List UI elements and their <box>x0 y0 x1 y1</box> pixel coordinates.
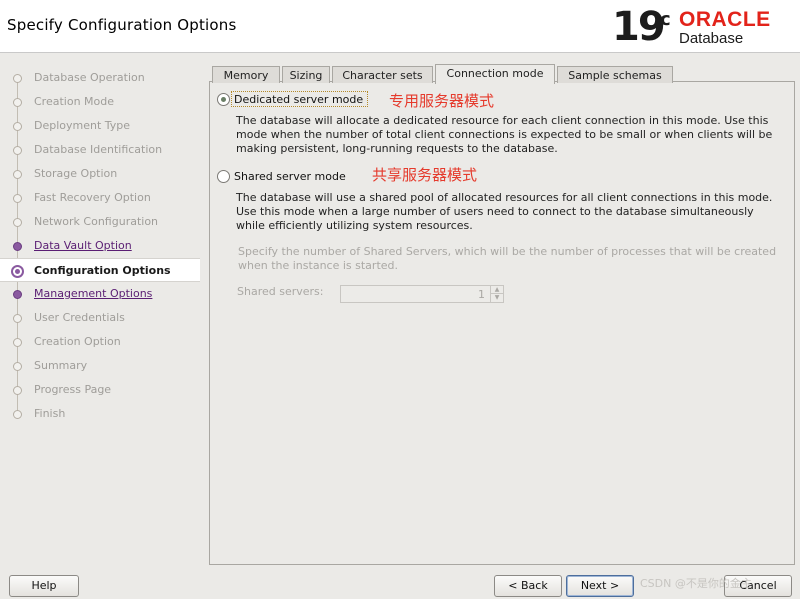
step-label[interactable]: Data Vault Option <box>34 239 132 252</box>
step-dot-icon <box>13 98 22 107</box>
tab-character-sets[interactable]: Character sets <box>332 66 433 83</box>
step-fast-recovery-option: Fast Recovery Option <box>0 186 200 210</box>
step-dot-icon <box>13 386 22 395</box>
step-label: Database Identification <box>34 143 163 156</box>
step-management-options[interactable]: Management Options <box>0 282 200 306</box>
step-database-identification: Database Identification <box>0 138 200 162</box>
watermark: CSDN @不是你的金主 <box>640 577 752 590</box>
shared-servers-value: 1 <box>478 288 485 301</box>
dedicated-annotation: 专用服务器模式 <box>389 92 495 110</box>
logo-brand: ORACLE <box>679 8 771 31</box>
logo-version: 19 <box>612 4 666 50</box>
tab-memory[interactable]: Memory <box>212 66 280 83</box>
step-label: Fast Recovery Option <box>34 191 151 204</box>
spinner-buttons: ▲ ▼ <box>490 286 503 302</box>
step-dot-icon <box>13 362 22 371</box>
spinner-up-icon[interactable]: ▲ <box>491 286 503 294</box>
back-button[interactable]: < Back <box>494 575 562 597</box>
step-creation-mode: Creation Mode <box>0 90 200 114</box>
step-creation-option: Creation Option <box>0 330 200 354</box>
step-sidebar: Database Operation Creation Mode Deploym… <box>0 54 200 568</box>
step-dot-icon <box>13 242 22 251</box>
step-data-vault-option[interactable]: Data Vault Option <box>0 234 200 258</box>
next-button[interactable]: Next > <box>566 575 634 597</box>
shared-servers-label: Shared servers: <box>237 285 324 298</box>
tab-connection-mode[interactable]: Connection mode <box>435 64 555 84</box>
tab-sizing[interactable]: Sizing <box>282 66 330 83</box>
logo-superscript: c <box>660 9 671 30</box>
step-progress-page: Progress Page <box>0 378 200 402</box>
step-deployment-type: Deployment Type <box>0 114 200 138</box>
step-dot-icon <box>13 122 22 131</box>
tab-sample-schemas[interactable]: Sample schemas <box>557 66 673 83</box>
shared-servers-hint: Specify the number of Shared Servers, wh… <box>238 245 777 272</box>
shared-server-radio[interactable] <box>217 170 230 183</box>
spinner-down-icon[interactable]: ▼ <box>491 294 503 302</box>
logo-product: Database <box>679 30 744 47</box>
oracle-19c-logo: 19 c ORACLE Database <box>612 6 792 48</box>
step-label: Summary <box>34 359 88 372</box>
step-network-configuration: Network Configuration <box>0 210 200 234</box>
step-label: Storage Option <box>34 167 118 180</box>
step-storage-option: Storage Option <box>0 162 200 186</box>
step-label: Progress Page <box>34 383 112 396</box>
step-current-dot-icon <box>11 265 24 278</box>
step-dot-icon <box>13 218 22 227</box>
step-label: Database Operation <box>34 71 145 84</box>
step-dot-icon <box>13 194 22 203</box>
step-database-operation: Database Operation <box>0 66 200 90</box>
step-dot-icon <box>13 74 22 83</box>
page-title: Specify Configuration Options <box>7 16 237 34</box>
shared-description: The database will use a shared pool of a… <box>236 191 773 232</box>
shared-server-label[interactable]: Shared server mode <box>234 170 346 183</box>
help-button[interactable]: Help <box>9 575 79 597</box>
step-label: Deployment Type <box>34 119 131 132</box>
step-label: User Credentials <box>34 311 125 324</box>
step-label: Network Configuration <box>34 215 159 228</box>
step-dot-icon <box>13 146 22 155</box>
step-dot-icon <box>13 170 22 179</box>
step-label: Finish <box>34 407 66 420</box>
step-label: Configuration Options <box>34 264 171 277</box>
dedicated-description: The database will allocate a dedicated r… <box>236 114 773 155</box>
step-label: Creation Mode <box>34 95 115 108</box>
step-user-credentials: User Credentials <box>0 306 200 330</box>
header: Specify Configuration Options 19 c ORACL… <box>0 0 800 53</box>
step-dot-icon <box>13 314 22 323</box>
step-dot-icon <box>13 338 22 347</box>
step-label: Creation Option <box>34 335 121 348</box>
step-configuration-options: Configuration Options <box>0 258 200 282</box>
dedicated-server-radio[interactable] <box>217 93 230 106</box>
step-finish: Finish <box>0 402 200 426</box>
shared-annotation: 共享服务器模式 <box>372 166 478 184</box>
step-summary: Summary <box>0 354 200 378</box>
shared-servers-spinner[interactable]: 1 ▲ ▼ <box>340 285 504 303</box>
step-dot-icon <box>13 290 22 299</box>
step-dot-icon <box>13 410 22 419</box>
step-label[interactable]: Management Options <box>34 287 152 300</box>
dedicated-server-label[interactable]: Dedicated server mode <box>234 93 363 106</box>
